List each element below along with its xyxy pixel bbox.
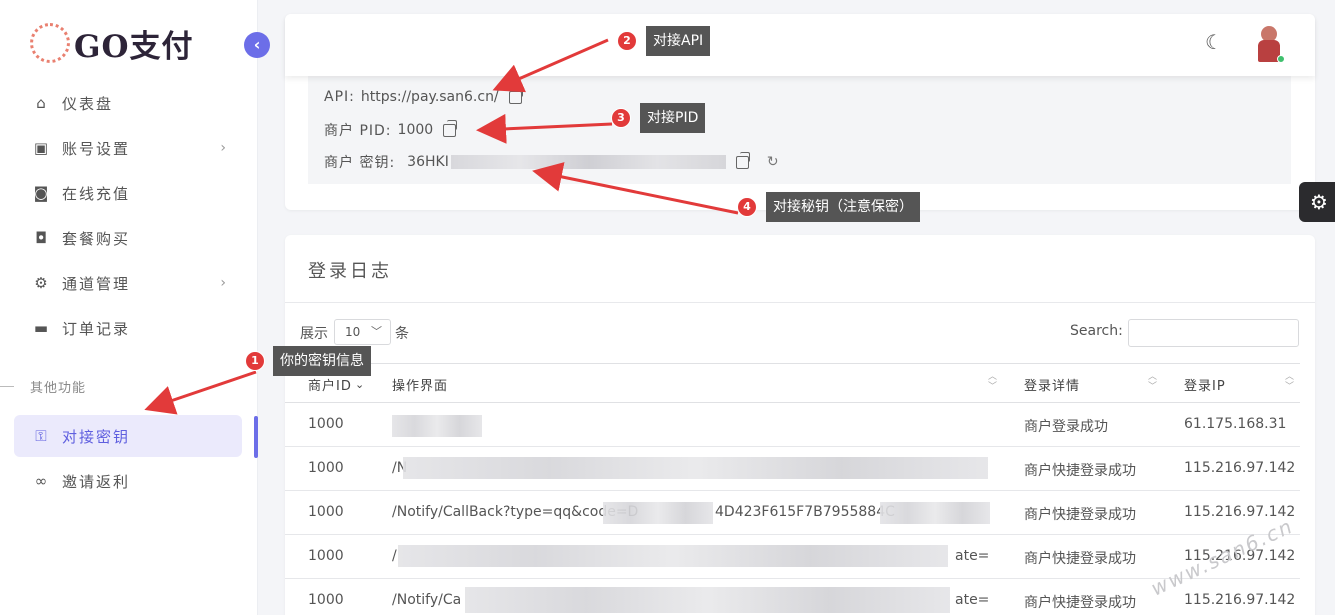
sidebar-item-account-settings[interactable]: ▣ 账号设置 ›: [14, 127, 242, 169]
brand-logo[interactable]: GO支付: [30, 18, 193, 68]
annotation-callout-2: 对接API: [646, 26, 711, 56]
sidebar-item-invite[interactable]: ∞ 邀请返利: [14, 460, 242, 502]
search-label: Search:: [1070, 323, 1123, 339]
entries-unit: 条: [395, 326, 409, 342]
annotation-callout-1: 你的密钥信息: [273, 346, 371, 376]
blur-mask: [465, 587, 950, 613]
sort-icon[interactable]: ︿ ﹀: [988, 372, 997, 392]
blur-mask: [392, 415, 482, 437]
blur-mask: [403, 457, 988, 479]
sidebar-item-label: 在线充值: [62, 184, 131, 203]
login-log-card: 登录日志 展示 10 ﹀ 条 Search: 商户ID ⌄ 操作界面 ︿ ﹀ 登录…: [285, 235, 1315, 615]
annotation-badge-3: 3: [611, 108, 631, 128]
card-title: 登录日志: [308, 261, 392, 282]
key-label: 商户 密钥:: [324, 155, 396, 171]
api-info-box: API: https://pay.san6.cn/ 商户 PID: 1000 商…: [308, 76, 1291, 184]
entries-select[interactable]: 10 ﹀: [334, 319, 391, 345]
divider: [285, 302, 1315, 303]
sidebar: GO支付 ⌂ 仪表盘 ▣ 账号设置 › ◙ 在线充值 ◘ 套餐购买 ⚙ 通道管理…: [0, 0, 258, 615]
sidebar-item-label: 账号设置: [62, 139, 131, 158]
gear-icon: ⚙: [1310, 190, 1328, 214]
active-indicator: [254, 416, 258, 458]
sidebar-item-orders[interactable]: ▬ 订单记录: [14, 307, 242, 349]
settings-gear-button[interactable]: ⚙: [1299, 182, 1335, 222]
section-divider: [0, 386, 14, 387]
account-icon: ▣: [33, 139, 51, 157]
blur-mask: [880, 502, 990, 524]
sort-desc-icon[interactable]: ⌄: [355, 379, 364, 390]
table-row: 1000 / ate= 商户快捷登录成功 115.216.97.142: [285, 535, 1300, 579]
top-header: ☾: [285, 14, 1315, 76]
sort-icon[interactable]: ︿ ﹀: [1148, 372, 1157, 392]
table-row: 1000 /Notify/CallBack?type=qq&code=D 4D4…: [285, 491, 1300, 535]
blur-mask: [603, 502, 713, 524]
sidebar-item-label: 仪表盘: [62, 94, 114, 113]
logo-text: GO支付: [74, 28, 194, 65]
search-input[interactable]: [1128, 319, 1299, 347]
column-header-id[interactable]: 商户ID: [308, 375, 352, 394]
chevron-right-icon: ›: [220, 275, 228, 291]
table-header: 商户ID ⌄ 操作界面 ︿ ﹀ 登录详情 ︿ ﹀ 登录IP ︿ ﹀: [285, 363, 1300, 403]
pid-value: 1000: [397, 122, 434, 138]
camera-icon: ◙: [33, 184, 51, 202]
table-row: 1000 /N 商户快捷登录成功 115.216.97.142: [285, 447, 1300, 491]
link-icon: ∞: [34, 472, 50, 490]
api-label: API:: [324, 89, 355, 105]
logo-ring-icon: [30, 23, 70, 63]
avatar[interactable]: [1255, 26, 1285, 63]
annotation-callout-4: 对接秘钥（注意保密）: [766, 192, 920, 222]
api-value: https://pay.san6.cn/: [360, 89, 499, 105]
sidebar-item-label: 对接密钥: [62, 427, 131, 446]
show-label: 展示: [300, 326, 328, 342]
home-icon: ⌂: [36, 94, 48, 112]
sidebar-item-api-key[interactable]: ⚿ 对接密钥: [14, 415, 242, 457]
annotation-badge-4: 4: [737, 197, 757, 217]
sidebar-item-package[interactable]: ◘ 套餐购买: [14, 217, 242, 259]
refresh-icon[interactable]: ↻: [767, 154, 779, 170]
sidebar-item-label: 订单记录: [62, 319, 131, 338]
sidebar-item-label: 邀请返利: [62, 472, 131, 491]
column-header-ip[interactable]: 登录IP: [1184, 375, 1226, 394]
sidebar-collapse-button[interactable]: ‹: [244, 32, 270, 58]
sidebar-item-label: 套餐购买: [62, 229, 131, 248]
key-row: 商户 密钥: 36HKI ↻: [324, 151, 779, 172]
section-label: 其他功能: [30, 381, 87, 396]
moon-icon[interactable]: ☾: [1205, 30, 1223, 54]
column-header-page[interactable]: 操作界面: [392, 375, 448, 394]
gear-icon: ⚙: [34, 274, 50, 292]
copy-icon[interactable]: [508, 86, 523, 104]
pid-row: 商户 PID: 1000: [324, 119, 458, 140]
column-header-detail[interactable]: 登录详情: [1024, 375, 1080, 394]
sidebar-item-channel[interactable]: ⚙ 通道管理 ›: [14, 262, 242, 304]
table-row: 1000 商户登录成功 61.175.168.31: [285, 403, 1300, 447]
key-blur-mask: [450, 155, 726, 169]
sidebar-item-recharge[interactable]: ◙ 在线充值: [14, 172, 242, 214]
copy-icon[interactable]: [443, 119, 458, 137]
api-info-card: ☾ API: https://pay.san6.cn/ 商户 PID: 1000…: [285, 14, 1315, 210]
api-row: API: https://pay.san6.cn/: [324, 86, 523, 105]
blur-mask: [398, 545, 948, 567]
online-status-dot: [1277, 55, 1285, 63]
copy-icon[interactable]: [735, 151, 750, 169]
chevron-down-icon: ﹀: [371, 325, 382, 338]
sidebar-item-dashboard[interactable]: ⌂ 仪表盘: [14, 82, 242, 124]
key-value: 36HKI: [407, 154, 449, 170]
annotation-badge-1: 1: [245, 351, 265, 371]
wallet-icon: ▬: [33, 319, 51, 337]
sidebar-item-label: 通道管理: [62, 274, 131, 293]
annotation-badge-2: 2: [617, 31, 637, 51]
chevron-right-icon: ›: [220, 140, 228, 156]
bag-icon: ◘: [35, 229, 49, 247]
table-row: 1000 /Notify/Ca ate= 商户快捷登录成功 115.216.97…: [285, 579, 1300, 615]
pid-label: 商户 PID:: [324, 123, 392, 139]
key-icon: ⚿: [35, 427, 49, 445]
annotation-callout-3: 对接PID: [640, 103, 706, 133]
sort-icon[interactable]: ︿ ﹀: [1285, 372, 1294, 392]
